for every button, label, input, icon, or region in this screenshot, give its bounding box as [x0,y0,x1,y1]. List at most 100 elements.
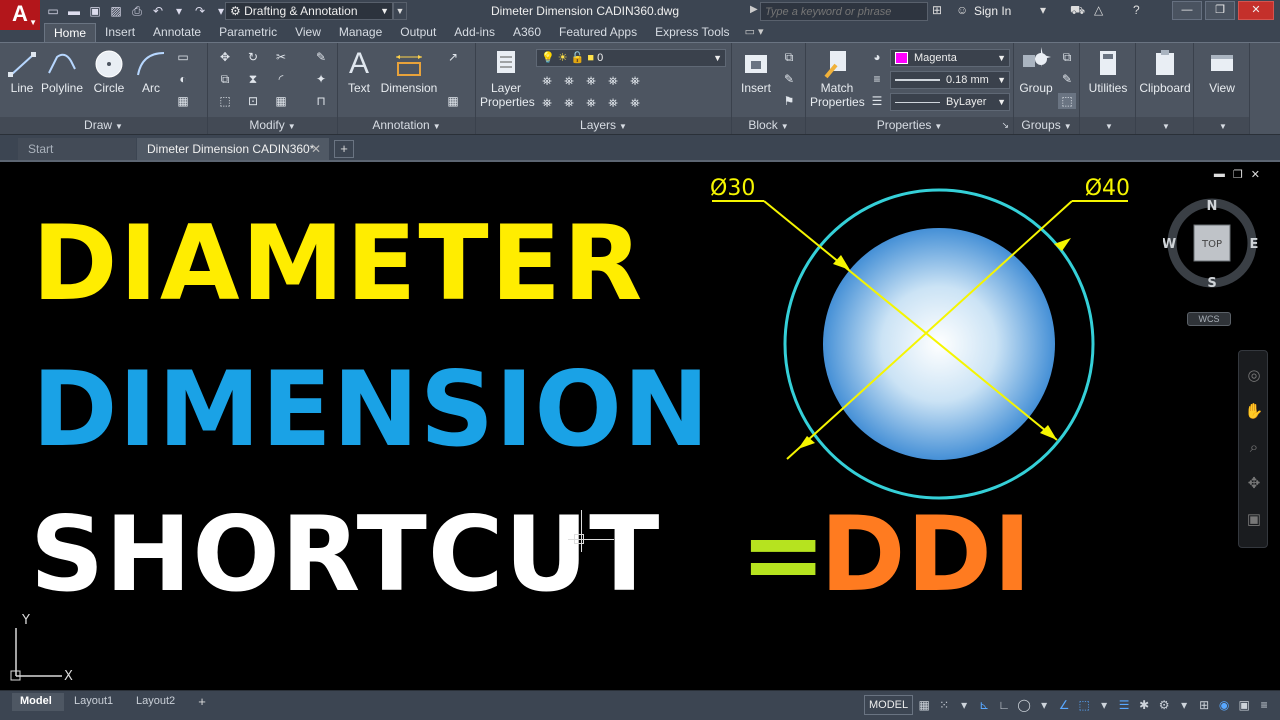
layers-panel-title[interactable]: Layers ▼ [476,117,731,135]
modify-panel-title[interactable]: Modify ▼ [208,117,337,135]
grid-icon[interactable]: ▦ [915,695,933,715]
trim-icon[interactable]: ✂ [272,49,290,65]
rotate-icon[interactable]: ↻ [244,49,262,65]
tab-layout2[interactable]: Layout2 [128,693,190,711]
compass-w[interactable]: W [1163,237,1176,252]
showmotion-icon[interactable]: ▣ [1243,509,1265,531]
tab-model[interactable]: Model [12,693,64,711]
tab-express-tools[interactable]: Express Tools [646,23,738,42]
annotation-panel-title[interactable]: Annotation ▼ [338,117,475,135]
help-icon[interactable]: ? [1133,3,1140,17]
utilities-panel-expand[interactable]: ▼ [1080,117,1135,135]
properties-panel-title[interactable]: Properties ▼ ↘ [806,117,1013,135]
object-snap-tracking-icon[interactable]: ∠ [1055,695,1073,715]
layer-tool-icon[interactable]: ⛯ [582,73,600,89]
application-menu-button[interactable]: A ▼ [0,0,40,30]
line-button[interactable]: Line [6,47,38,95]
stretch-icon[interactable]: ⬚ [216,93,234,109]
group-selection-icon[interactable]: ⬚ [1058,93,1076,109]
binoculars-icon[interactable]: ⊞ [932,3,942,17]
expand-arrow-icon[interactable]: ▶ [750,4,758,15]
user-icon[interactable]: ☺ [956,3,968,17]
view-panel-expand[interactable]: ▼ [1194,117,1249,135]
groups-panel-title[interactable]: Groups ▼ [1014,117,1079,135]
copy-icon[interactable]: ⧉ [216,71,234,87]
layer-tool-icon[interactable]: ⛯ [604,95,622,111]
ribbon-minimize-icon[interactable]: ▭ ▾ [739,23,770,42]
layer-tool-icon[interactable]: ⛯ [626,73,644,89]
layer-tool-icon[interactable]: ⛯ [538,73,556,89]
object-snap-icon[interactable]: ⬚ [1075,695,1093,715]
open-folder-icon[interactable]: ▬ [65,2,83,20]
wcs-menu[interactable]: WCS [1187,312,1231,326]
compass-e[interactable]: E [1250,237,1259,252]
dialog-launcher-icon[interactable]: ↘ [1001,117,1009,134]
block-panel-title[interactable]: Block ▼ [732,117,805,135]
lineweight-toggle-icon[interactable]: ☰ [1115,695,1133,715]
mirror-icon[interactable]: ⧗ [244,71,262,87]
tab-view[interactable]: View [286,23,330,42]
view-button[interactable]: View [1196,47,1248,95]
redo-icon[interactable]: ↷ [191,2,209,20]
block-attributes-icon[interactable]: ⚑ [780,93,798,109]
clean-screen-icon[interactable]: ▣ [1235,695,1253,715]
undo-icon[interactable]: ↶ [149,2,167,20]
isodraft-icon[interactable]: ◯ [1015,695,1033,715]
layer-dropdown[interactable]: 💡 ☀ 🔓 ■ 0 ▼ [536,49,726,67]
arc-button[interactable]: Arc [134,47,168,95]
tab-featured-apps[interactable]: Featured Apps [550,23,646,42]
snap-mode-icon[interactable]: ⁙ [935,695,953,715]
layer-tool-icon[interactable]: ⛯ [560,73,578,89]
group-edit-icon[interactable]: ✎ [1058,71,1076,87]
cart-icon[interactable]: ⛟ [1070,3,1085,19]
tab-add-ins[interactable]: Add-ins [445,23,504,42]
customization-menu-icon[interactable]: ≡ [1255,695,1273,715]
new-tab-button[interactable]: + [334,140,354,158]
new-file-icon[interactable]: ▭ [44,2,62,20]
tab-insert[interactable]: Insert [96,23,144,42]
orbit-icon[interactable]: ✥ [1243,473,1265,495]
workspace-switcher[interactable]: ⚙ Drafting & Annotation ▼ [225,2,393,20]
offset-icon[interactable]: ⊓ [312,93,330,109]
explode-icon[interactable]: ✦ [312,71,330,87]
restore-icon[interactable]: ❐ [1233,168,1243,181]
tab-a360[interactable]: A360 [504,23,550,42]
compass-s[interactable]: S [1207,276,1216,291]
leader-icon[interactable]: ↗ [444,49,462,65]
dimension-button[interactable]: Dimension [380,47,438,95]
hardware-acceleration-icon[interactable]: ◉ [1215,695,1233,715]
add-layout-button[interactable]: + [194,694,210,710]
save-icon[interactable]: ▣ [86,2,104,20]
text-button[interactable]: A Text [342,47,376,95]
tab-start[interactable]: Start [18,138,136,161]
linetype-dropdown[interactable]: ByLayer ▼ [890,93,1010,111]
save-as-icon[interactable]: ▨ [107,2,125,20]
scale-icon[interactable]: ⊡ [244,93,262,109]
workspace-gear-icon[interactable]: ⚙ [1155,695,1173,715]
match-properties-button[interactable]: Match Properties [810,47,865,109]
ungroup-icon[interactable]: ⧉ [1058,49,1076,65]
layer-tool-icon[interactable]: ⛯ [626,95,644,111]
close-icon[interactable]: ✕ [311,138,321,160]
rectangle-icon[interactable]: ▭ [174,49,192,65]
erase-icon[interactable]: ✎ [312,49,330,65]
edit-block-icon[interactable]: ✎ [780,71,798,87]
group-button[interactable]: Group [1016,47,1056,95]
gradient-icon[interactable]: ▦ [174,93,192,109]
zoom-icon[interactable]: ⌕ [1243,437,1265,459]
viewcube-top[interactable]: TOP [1201,239,1222,250]
clipboard-button[interactable]: Clipboard [1138,47,1192,95]
minimize-icon[interactable]: ▬ [1214,168,1225,181]
insert-button[interactable]: Insert [736,47,776,95]
customize-qat-button[interactable]: ▼ [393,2,407,20]
tab-manage[interactable]: Manage [330,23,391,42]
pan-hand-icon[interactable]: ✋ [1243,401,1265,423]
polar-tracking-icon[interactable]: ∟ [995,695,1013,715]
circle-button[interactable]: Circle [90,47,128,95]
sign-in-link[interactable]: Sign In [974,4,1011,18]
layer-tool-icon[interactable]: ⛯ [604,73,622,89]
steering-wheel-icon[interactable]: ◎ [1243,365,1265,387]
table-icon[interactable]: ▦ [444,93,462,109]
minimize-icon[interactable]: — [1172,1,1202,20]
search-input[interactable] [760,2,928,21]
